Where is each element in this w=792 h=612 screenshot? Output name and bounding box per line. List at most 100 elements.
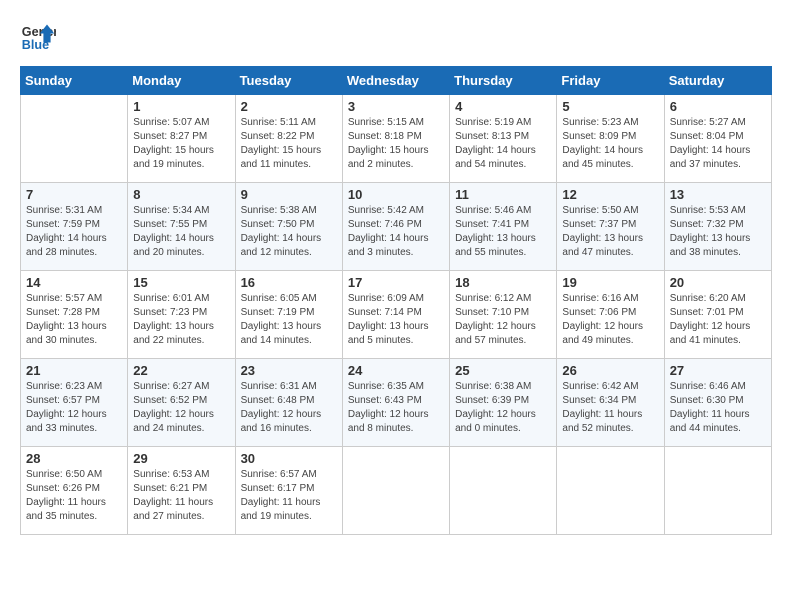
day-number: 17 <box>348 275 444 290</box>
column-header-tuesday: Tuesday <box>235 67 342 95</box>
day-cell <box>450 447 557 535</box>
logo: General Blue <box>20 20 56 56</box>
page-header: General Blue <box>20 20 772 56</box>
day-cell: 2 Sunrise: 5:11 AM Sunset: 8:22 PM Daylig… <box>235 95 342 183</box>
day-info: Sunrise: 6:50 AM Sunset: 6:26 PM Dayligh… <box>26 468 122 524</box>
day-cell: 1 Sunrise: 5:07 AM Sunset: 8:27 PM Daylig… <box>128 95 235 183</box>
day-cell: 17 Sunrise: 6:09 AM Sunset: 7:14 PM Dayli… <box>342 271 449 359</box>
day-number: 29 <box>133 451 229 466</box>
day-info: Sunrise: 5:57 AM Sunset: 7:28 PM Dayligh… <box>26 292 122 348</box>
calendar-table: SundayMondayTuesdayWednesdayThursdayFrid… <box>20 66 772 535</box>
day-info: Sunrise: 6:38 AM Sunset: 6:39 PM Dayligh… <box>455 380 551 436</box>
day-number: 18 <box>455 275 551 290</box>
day-info: Sunrise: 6:12 AM Sunset: 7:10 PM Dayligh… <box>455 292 551 348</box>
day-info: Sunrise: 5:53 AM Sunset: 7:32 PM Dayligh… <box>670 204 766 260</box>
day-cell: 7 Sunrise: 5:31 AM Sunset: 7:59 PM Daylig… <box>21 183 128 271</box>
day-number: 13 <box>670 187 766 202</box>
calendar-header-row: SundayMondayTuesdayWednesdayThursdayFrid… <box>21 67 772 95</box>
day-cell: 10 Sunrise: 5:42 AM Sunset: 7:46 PM Dayli… <box>342 183 449 271</box>
day-number: 10 <box>348 187 444 202</box>
day-info: Sunrise: 5:23 AM Sunset: 8:09 PM Dayligh… <box>562 116 658 172</box>
day-info: Sunrise: 5:46 AM Sunset: 7:41 PM Dayligh… <box>455 204 551 260</box>
day-info: Sunrise: 6:27 AM Sunset: 6:52 PM Dayligh… <box>133 380 229 436</box>
day-cell <box>557 447 664 535</box>
day-info: Sunrise: 6:35 AM Sunset: 6:43 PM Dayligh… <box>348 380 444 436</box>
day-info: Sunrise: 5:50 AM Sunset: 7:37 PM Dayligh… <box>562 204 658 260</box>
day-info: Sunrise: 5:42 AM Sunset: 7:46 PM Dayligh… <box>348 204 444 260</box>
day-number: 25 <box>455 363 551 378</box>
day-cell: 27 Sunrise: 6:46 AM Sunset: 6:30 PM Dayli… <box>664 359 771 447</box>
day-cell: 14 Sunrise: 5:57 AM Sunset: 7:28 PM Dayli… <box>21 271 128 359</box>
column-header-friday: Friday <box>557 67 664 95</box>
day-info: Sunrise: 6:46 AM Sunset: 6:30 PM Dayligh… <box>670 380 766 436</box>
day-number: 22 <box>133 363 229 378</box>
week-row-2: 7 Sunrise: 5:31 AM Sunset: 7:59 PM Daylig… <box>21 183 772 271</box>
day-cell: 19 Sunrise: 6:16 AM Sunset: 7:06 PM Dayli… <box>557 271 664 359</box>
day-cell: 11 Sunrise: 5:46 AM Sunset: 7:41 PM Dayli… <box>450 183 557 271</box>
week-row-4: 21 Sunrise: 6:23 AM Sunset: 6:57 PM Dayli… <box>21 359 772 447</box>
day-cell: 20Sunrise: 6:20 AM Sunset: 7:01 PM Dayli… <box>664 271 771 359</box>
day-info: Sunrise: 5:34 AM Sunset: 7:55 PM Dayligh… <box>133 204 229 260</box>
day-cell <box>342 447 449 535</box>
day-number: 28 <box>26 451 122 466</box>
column-header-sunday: Sunday <box>21 67 128 95</box>
day-cell: 12 Sunrise: 5:50 AM Sunset: 7:37 PM Dayli… <box>557 183 664 271</box>
day-cell <box>664 447 771 535</box>
day-cell: 26Sunrise: 6:42 AM Sunset: 6:34 PM Dayli… <box>557 359 664 447</box>
day-info: Sunrise: 5:07 AM Sunset: 8:27 PM Dayligh… <box>133 116 229 172</box>
day-cell: 30Sunrise: 6:57 AM Sunset: 6:17 PM Dayli… <box>235 447 342 535</box>
day-number: 30 <box>241 451 337 466</box>
column-header-thursday: Thursday <box>450 67 557 95</box>
day-number: 23 <box>241 363 337 378</box>
day-cell: 9 Sunrise: 5:38 AM Sunset: 7:50 PM Daylig… <box>235 183 342 271</box>
day-info: Sunrise: 6:31 AM Sunset: 6:48 PM Dayligh… <box>241 380 337 436</box>
day-number: 15 <box>133 275 229 290</box>
day-info: Sunrise: 5:38 AM Sunset: 7:50 PM Dayligh… <box>241 204 337 260</box>
day-number: 24 <box>348 363 444 378</box>
day-cell: 15 Sunrise: 6:01 AM Sunset: 7:23 PM Dayli… <box>128 271 235 359</box>
day-cell: 8Sunrise: 5:34 AM Sunset: 7:55 PM Daylig… <box>128 183 235 271</box>
day-number: 14 <box>26 275 122 290</box>
day-info: Sunrise: 5:31 AM Sunset: 7:59 PM Dayligh… <box>26 204 122 260</box>
column-header-monday: Monday <box>128 67 235 95</box>
day-cell: 22 Sunrise: 6:27 AM Sunset: 6:52 PM Dayli… <box>128 359 235 447</box>
week-row-1: 1 Sunrise: 5:07 AM Sunset: 8:27 PM Daylig… <box>21 95 772 183</box>
column-header-saturday: Saturday <box>664 67 771 95</box>
day-number: 7 <box>26 187 122 202</box>
day-cell: 28 Sunrise: 6:50 AM Sunset: 6:26 PM Dayli… <box>21 447 128 535</box>
day-cell: 24 Sunrise: 6:35 AM Sunset: 6:43 PM Dayli… <box>342 359 449 447</box>
day-info: Sunrise: 6:05 AM Sunset: 7:19 PM Dayligh… <box>241 292 337 348</box>
day-info: Sunrise: 6:20 AM Sunset: 7:01 PM Dayligh… <box>670 292 766 348</box>
day-info: Sunrise: 6:09 AM Sunset: 7:14 PM Dayligh… <box>348 292 444 348</box>
day-cell: 29 Sunrise: 6:53 AM Sunset: 6:21 PM Dayli… <box>128 447 235 535</box>
day-number: 2 <box>241 99 337 114</box>
day-number: 16 <box>241 275 337 290</box>
day-info: Sunrise: 6:53 AM Sunset: 6:21 PM Dayligh… <box>133 468 229 524</box>
day-number: 9 <box>241 187 337 202</box>
day-number: 21 <box>26 363 122 378</box>
day-info: Sunrise: 5:27 AM Sunset: 8:04 PM Dayligh… <box>670 116 766 172</box>
day-info: Sunrise: 5:19 AM Sunset: 8:13 PM Dayligh… <box>455 116 551 172</box>
day-number: 11 <box>455 187 551 202</box>
day-info: Sunrise: 6:01 AM Sunset: 7:23 PM Dayligh… <box>133 292 229 348</box>
day-cell: 18 Sunrise: 6:12 AM Sunset: 7:10 PM Dayli… <box>450 271 557 359</box>
day-cell: 13 Sunrise: 5:53 AM Sunset: 7:32 PM Dayli… <box>664 183 771 271</box>
day-info: Sunrise: 6:16 AM Sunset: 7:06 PM Dayligh… <box>562 292 658 348</box>
day-info: Sunrise: 5:15 AM Sunset: 8:18 PM Dayligh… <box>348 116 444 172</box>
day-number: 3 <box>348 99 444 114</box>
day-number: 12 <box>562 187 658 202</box>
day-cell <box>21 95 128 183</box>
week-row-5: 28 Sunrise: 6:50 AM Sunset: 6:26 PM Dayli… <box>21 447 772 535</box>
day-cell: 23 Sunrise: 6:31 AM Sunset: 6:48 PM Dayli… <box>235 359 342 447</box>
day-cell: 6Sunrise: 5:27 AM Sunset: 8:04 PM Daylig… <box>664 95 771 183</box>
day-info: Sunrise: 6:23 AM Sunset: 6:57 PM Dayligh… <box>26 380 122 436</box>
day-number: 27 <box>670 363 766 378</box>
day-cell: 21 Sunrise: 6:23 AM Sunset: 6:57 PM Dayli… <box>21 359 128 447</box>
day-number: 19 <box>562 275 658 290</box>
day-number: 1 <box>133 99 229 114</box>
day-info: Sunrise: 5:11 AM Sunset: 8:22 PM Dayligh… <box>241 116 337 172</box>
week-row-3: 14 Sunrise: 5:57 AM Sunset: 7:28 PM Dayli… <box>21 271 772 359</box>
day-cell: 4 Sunrise: 5:19 AM Sunset: 8:13 PM Daylig… <box>450 95 557 183</box>
day-number: 4 <box>455 99 551 114</box>
day-info: Sunrise: 6:42 AM Sunset: 6:34 PM Dayligh… <box>562 380 658 436</box>
